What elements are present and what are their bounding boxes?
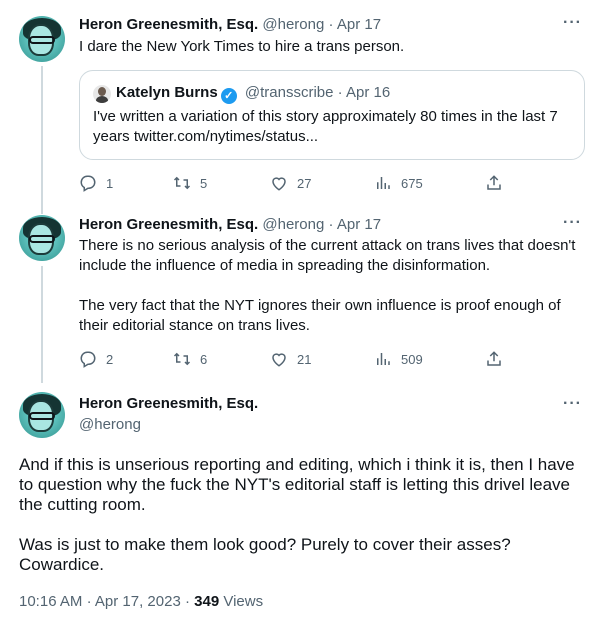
tweet-text: There is no serious analysis of the curr… [79, 236, 579, 336]
retweet-button[interactable]: 5 [173, 173, 207, 193]
quote-author-handle: @transscribe [244, 84, 334, 101]
tweet-date[interactable]: Apr 17 [337, 216, 381, 233]
views-button[interactable]: 509 [374, 349, 423, 369]
like-count: 21 [297, 351, 312, 367]
views-label: Views [223, 593, 264, 610]
like-count: 27 [297, 175, 312, 191]
tweet-actions: 1 5 27 675 [79, 173, 509, 193]
separator: · [184, 593, 190, 610]
thread-line [41, 266, 43, 383]
tweet-time[interactable]: 10:16 AM [19, 593, 82, 610]
author-handle[interactable]: @herong [262, 216, 324, 233]
separator: · [86, 593, 92, 610]
tweet-text: And if this is unserious reporting and e… [19, 455, 589, 575]
tweet-paragraph: There is no serious analysis of the curr… [79, 237, 576, 274]
more-icon[interactable]: ··· [563, 395, 582, 413]
avatar[interactable] [19, 16, 65, 62]
tweet-actions: 2 6 21 509 [79, 349, 509, 369]
tweet-meta: 10:16 AM · Apr 17, 2023 · 349 Views [19, 592, 263, 612]
views-count: 509 [401, 351, 423, 367]
like-button[interactable]: 27 [270, 173, 311, 193]
author-handle[interactable]: @herong [262, 16, 324, 33]
retweet-count: 5 [200, 175, 208, 191]
share-button[interactable] [485, 173, 503, 193]
separator: · [328, 16, 334, 33]
quoted-tweet[interactable]: Katelyn Burns ✓ @transscribe · Apr 16 I'v… [79, 70, 585, 160]
avatar[interactable] [19, 392, 65, 438]
reply-icon [80, 351, 96, 368]
like-icon [272, 177, 286, 191]
reply-count: 1 [106, 175, 114, 191]
retweet-button[interactable]: 6 [173, 349, 207, 369]
more-icon[interactable]: ··· [563, 14, 582, 32]
tweet-paragraph: Was is just to make them look good? Pure… [19, 535, 511, 574]
reply-icon [80, 175, 96, 192]
reply-button[interactable]: 1 [79, 173, 113, 193]
verified-icon: ✓ [220, 88, 237, 104]
tweet-paragraph: And if this is unserious reporting and e… [19, 455, 575, 514]
share-button[interactable] [485, 349, 503, 369]
tweet-text: I dare the New York Times to hire a tran… [79, 38, 405, 55]
separator: · [328, 216, 334, 233]
tweet-1[interactable]: Heron Greenesmith, Esq. @herong · Apr 17… [0, 0, 604, 200]
views-count: 349 [194, 593, 220, 610]
author-handle[interactable]: @herong [79, 415, 141, 435]
like-button[interactable]: 21 [270, 349, 311, 369]
avatar[interactable] [19, 215, 65, 261]
reply-button[interactable]: 2 [79, 349, 113, 369]
tweet-date[interactable]: Apr 17, 2023 [95, 593, 181, 610]
views-icon [377, 177, 390, 189]
like-icon [272, 353, 286, 367]
reply-count: 2 [106, 351, 114, 367]
tweet-header: Heron Greenesmith, Esq. @herong · Apr 17 [79, 15, 381, 35]
tweet-header: Heron Greenesmith, Esq. @herong · Apr 17 [79, 215, 381, 235]
retweet-icon [173, 176, 191, 190]
quote-header: Katelyn Burns ✓ @transscribe · Apr 16 [116, 83, 390, 104]
quote-text: I've written a variation of this story a… [93, 108, 558, 145]
author-name[interactable]: Heron Greenesmith, Esq. [79, 16, 258, 33]
separator: · [337, 84, 343, 101]
share-icon [487, 351, 501, 366]
retweet-count: 6 [200, 351, 208, 367]
quote-avatar [93, 85, 111, 103]
tweet-paragraph: The very fact that the NYT ignores their… [79, 297, 561, 334]
views-icon [377, 353, 390, 365]
quote-author-name: Katelyn Burns [116, 84, 218, 101]
views-count: 675 [401, 175, 423, 191]
author-name[interactable]: Heron Greenesmith, Esq. [79, 394, 258, 414]
tweet-date[interactable]: Apr 17 [337, 16, 381, 33]
author-name[interactable]: Heron Greenesmith, Esq. [79, 216, 258, 233]
views-button[interactable]: 675 [374, 173, 423, 193]
retweet-icon [173, 352, 191, 366]
quote-date: Apr 16 [345, 84, 391, 101]
share-icon [487, 175, 501, 190]
more-icon[interactable]: ··· [563, 214, 582, 232]
